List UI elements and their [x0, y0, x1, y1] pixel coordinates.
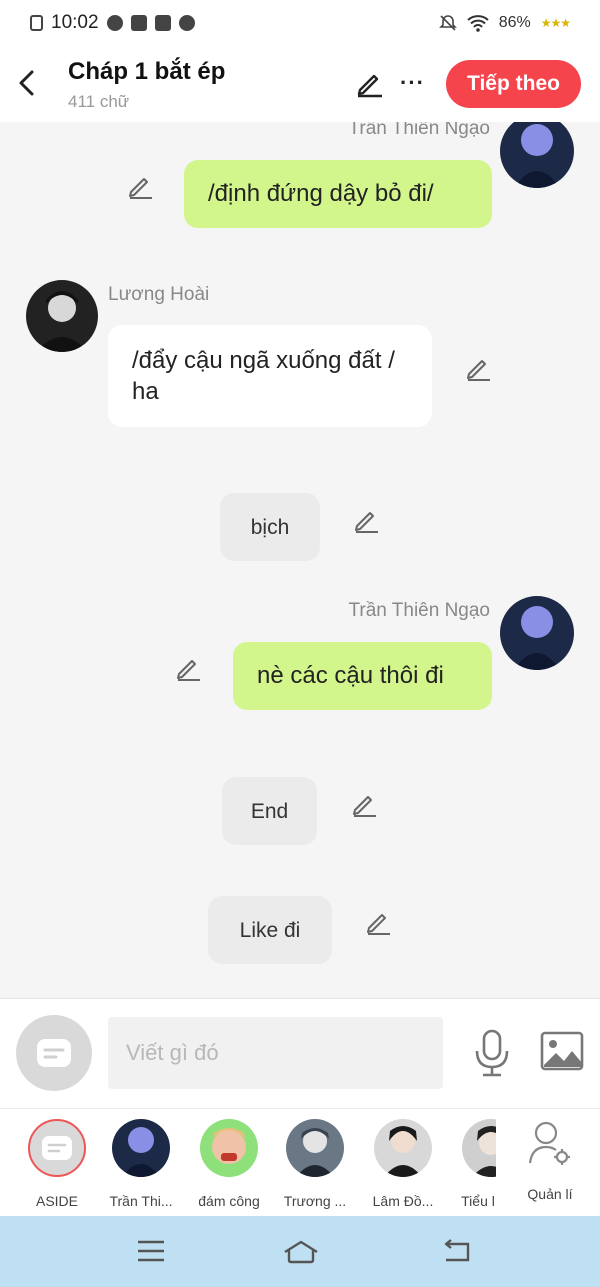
- sender-name: Trần Thiên Ngạo: [348, 600, 490, 621]
- battery-stars-icon: ★★★: [540, 16, 571, 30]
- avatar: [200, 1119, 258, 1177]
- character-item[interactable]: Trương ...: [272, 1119, 358, 1209]
- manage-characters-button[interactable]: Quản lí: [520, 1119, 580, 1202]
- message-bubble[interactable]: /định đứng dậy bỏ đi/: [184, 160, 492, 228]
- message-input[interactable]: [108, 1017, 443, 1089]
- back-icon[interactable]: [440, 1236, 474, 1266]
- character-label: Trần Thi...: [109, 1193, 173, 1209]
- user-settings-icon: [528, 1121, 570, 1165]
- avatar: [28, 1119, 86, 1177]
- character-label: đám công: [198, 1193, 260, 1209]
- aside-toggle-button[interactable]: [16, 1015, 92, 1091]
- leaf-app-icon: [106, 15, 123, 31]
- character-item[interactable]: Tiểu l: [446, 1119, 496, 1209]
- chapter-header: Cháp 1 bắt ép 411 chữ ··· Tiếp theo: [0, 46, 600, 122]
- edit-pencil-icon[interactable]: [364, 908, 392, 936]
- menu-icon[interactable]: [134, 1236, 168, 1266]
- next-button[interactable]: Tiếp theo: [446, 60, 581, 108]
- manage-label: Quản lí: [527, 1186, 573, 1202]
- mail-icon: [154, 15, 171, 31]
- word-count: 411 chữ: [68, 92, 130, 111]
- status-time: 10:02: [51, 12, 99, 33]
- chapter-title: Cháp 1 bắt ép: [68, 58, 226, 85]
- narration-bubble[interactable]: bịch: [220, 493, 320, 561]
- facebook-icon: [130, 15, 147, 31]
- microphone-icon[interactable]: [472, 1029, 512, 1077]
- avatar: [286, 1119, 344, 1177]
- character-strip: ASIDE Trần Thi... đám công Trương ... Lâ…: [0, 1108, 600, 1216]
- edit-pencil-icon[interactable]: [464, 354, 492, 382]
- edit-pencil-icon[interactable]: [174, 654, 202, 682]
- edit-pencil-icon[interactable]: [126, 172, 154, 200]
- mute-bell-icon: [438, 15, 457, 31]
- edit-pencil-icon[interactable]: [354, 68, 384, 98]
- sim-icon: [30, 15, 43, 31]
- more-options-icon[interactable]: ···: [400, 70, 425, 96]
- edit-pencil-icon[interactable]: [350, 790, 378, 818]
- avatar[interactable]: [500, 122, 574, 188]
- narration-bubble[interactable]: Like đi: [208, 896, 332, 964]
- character-label: Lâm Đồ...: [372, 1193, 434, 1209]
- aside-note-icon: [37, 1039, 71, 1067]
- chat-area[interactable]: Trần Thiên Ngạo /định đứng dậy bỏ đi/ Lư…: [0, 122, 600, 998]
- sender-name: Trần Thiên Ngạo: [348, 122, 490, 139]
- avatar: [462, 1119, 496, 1177]
- home-icon[interactable]: [281, 1236, 321, 1266]
- back-arrow-icon[interactable]: [14, 68, 40, 98]
- avatar[interactable]: [500, 596, 574, 670]
- avatar[interactable]: [26, 280, 98, 352]
- chrome-icon: [178, 15, 195, 31]
- sender-name: Lương Hoài: [108, 284, 210, 305]
- character-item[interactable]: Trần Thi...: [98, 1119, 184, 1209]
- edit-pencil-icon[interactable]: [352, 506, 380, 534]
- character-label: Trương ...: [283, 1193, 347, 1209]
- message-bubble[interactable]: /đẩy cậu ngã xuống đất / ha: [108, 325, 432, 427]
- avatar: [112, 1119, 170, 1177]
- composer-bar: [0, 998, 600, 1108]
- wifi-icon: [467, 15, 489, 32]
- message-bubble[interactable]: nè các cậu thôi đi: [233, 642, 492, 710]
- avatar: [374, 1119, 432, 1177]
- battery-level: 86%: [498, 14, 531, 31]
- character-label: Tiểu l: [461, 1193, 495, 1209]
- character-item[interactable]: đám công: [186, 1119, 272, 1209]
- image-icon[interactable]: [540, 1031, 584, 1071]
- character-item[interactable]: Lâm Đồ...: [360, 1119, 446, 1209]
- status-bar: 10:02 86% ★★★: [0, 0, 600, 46]
- character-item[interactable]: ASIDE: [14, 1119, 100, 1209]
- system-nav-bar: [0, 1216, 600, 1287]
- narration-bubble[interactable]: End: [222, 777, 317, 845]
- character-label: ASIDE: [35, 1193, 78, 1209]
